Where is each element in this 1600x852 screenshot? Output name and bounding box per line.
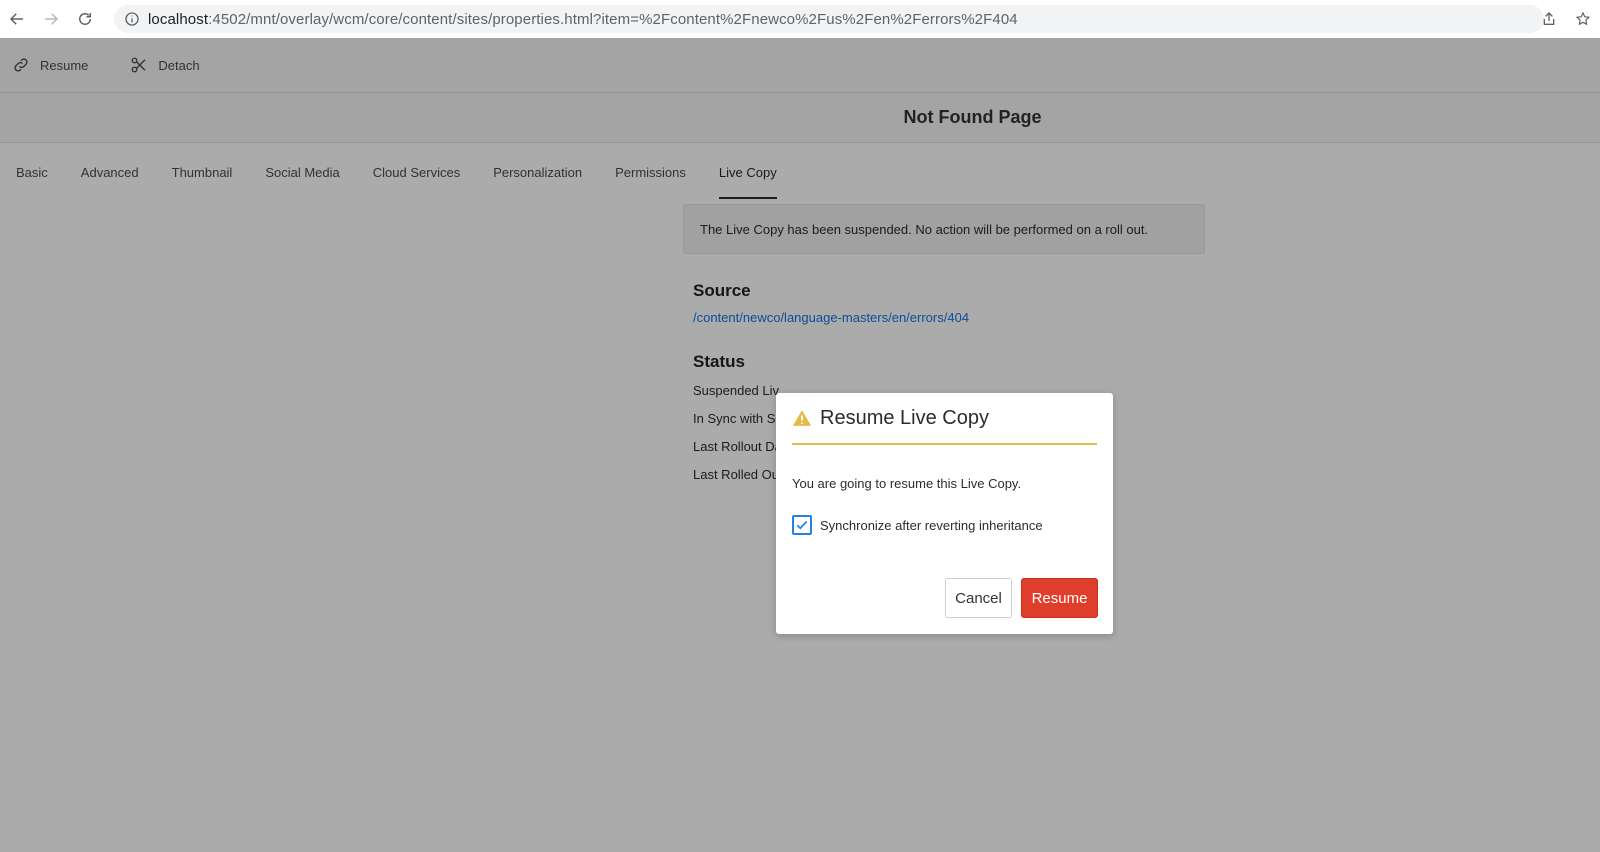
forward-button[interactable] <box>34 0 68 38</box>
url-text: localhost:4502/mnt/overlay/wcm/core/cont… <box>148 11 1018 28</box>
back-button[interactable] <box>0 0 34 38</box>
synchronize-checkbox-label[interactable]: Synchronize after reverting inheritance <box>820 518 1043 533</box>
share-button[interactable] <box>1532 0 1566 38</box>
star-icon <box>1575 11 1591 26</box>
dialog-header: Resume Live Copy <box>792 393 1097 445</box>
dialog-message: You are going to resume this Live Copy. <box>792 476 1022 491</box>
warning-icon <box>792 410 812 426</box>
info-icon[interactable] <box>124 11 140 27</box>
resume-live-copy-dialog: Resume Live Copy You are going to resume… <box>776 393 1113 634</box>
arrow-left-icon <box>9 13 23 25</box>
cancel-button[interactable]: Cancel <box>945 578 1012 618</box>
address-bar[interactable]: localhost:4502/mnt/overlay/wcm/core/cont… <box>114 5 1544 33</box>
reload-button[interactable] <box>68 0 102 38</box>
resume-button[interactable]: Resume <box>1021 578 1098 618</box>
checkmark-icon <box>796 520 808 530</box>
url-path: :4502/mnt/overlay/wcm/core/content/sites… <box>208 10 1018 28</box>
synchronize-checkbox[interactable] <box>792 515 812 535</box>
bookmark-button[interactable] <box>1566 0 1600 38</box>
arrow-right-icon <box>45 13 59 25</box>
share-icon <box>1543 12 1555 25</box>
browser-toolbar: localhost:4502/mnt/overlay/wcm/core/cont… <box>0 0 1600 38</box>
url-host: localhost <box>148 10 209 28</box>
dialog-buttons: Cancel Resume <box>945 578 1098 618</box>
synchronize-option[interactable]: Synchronize after reverting inheritance <box>792 515 1097 535</box>
reload-icon <box>79 13 91 25</box>
dialog-title: Resume Live Copy <box>820 406 989 429</box>
